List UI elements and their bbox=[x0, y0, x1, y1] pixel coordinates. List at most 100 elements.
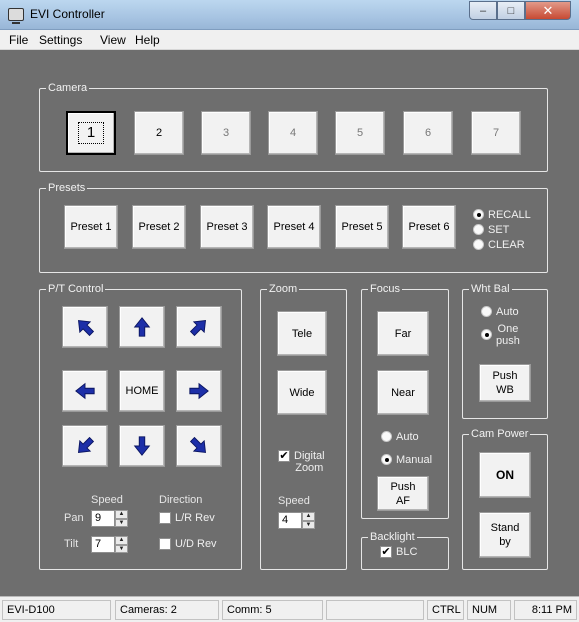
status-comm: Comm: 5 bbox=[222, 600, 323, 620]
menu-settings[interactable]: Settings bbox=[39, 33, 82, 47]
checkbox-icon bbox=[159, 538, 171, 550]
radio-icon bbox=[473, 239, 484, 250]
power-on-button[interactable]: ON bbox=[479, 452, 531, 498]
arrow-up-icon bbox=[133, 317, 151, 337]
preset-4-button[interactable]: Preset 4 bbox=[267, 205, 321, 249]
radio-selected-icon bbox=[481, 329, 492, 340]
arrow-down-icon bbox=[133, 436, 151, 456]
preset-mode-clear[interactable]: CLEAR bbox=[473, 239, 525, 251]
pan-down-right-button[interactable] bbox=[176, 425, 222, 467]
preset-5-button[interactable]: Preset 5 bbox=[335, 205, 389, 249]
focus-near-button[interactable]: Near bbox=[377, 370, 429, 415]
minimize-button[interactable]: ‒ bbox=[469, 1, 497, 20]
camera-6-button[interactable]: 6 bbox=[403, 111, 453, 155]
preset-mode-recall[interactable]: RECALL bbox=[473, 209, 531, 221]
radio-icon bbox=[481, 306, 492, 317]
preset-6-button[interactable]: Preset 6 bbox=[402, 205, 456, 249]
arrow-down-right-icon bbox=[189, 436, 207, 454]
menu-file[interactable]: File bbox=[9, 33, 28, 47]
pan-speed-stepper[interactable]: 9 ▲ ▼ bbox=[91, 510, 128, 527]
preset-3-button[interactable]: Preset 3 bbox=[200, 205, 254, 249]
menu-view[interactable]: View bbox=[100, 33, 126, 47]
pan-down-left-button[interactable] bbox=[62, 425, 108, 467]
zoom-wide-button[interactable]: Wide bbox=[277, 370, 327, 415]
arrow-right-icon bbox=[189, 382, 209, 400]
standby-button[interactable]: Stand by bbox=[479, 512, 531, 558]
home-button[interactable]: HOME bbox=[119, 370, 165, 412]
arrow-up-right-icon bbox=[189, 319, 207, 337]
pan-left-button[interactable] bbox=[62, 370, 108, 412]
tilt-up-button[interactable] bbox=[119, 306, 165, 348]
radio-icon bbox=[381, 431, 392, 442]
app-monitor-icon bbox=[8, 8, 24, 24]
wb-auto-radio[interactable]: Auto bbox=[481, 306, 519, 318]
stepper-down-icon[interactable]: ▼ bbox=[302, 520, 315, 529]
stepper-down-icon[interactable]: ▼ bbox=[115, 544, 128, 553]
minimize-icon: ‒ bbox=[479, 4, 487, 17]
pan-up-right-button[interactable] bbox=[176, 306, 222, 348]
radio-selected-icon bbox=[473, 209, 484, 220]
push-af-button[interactable]: Push AF bbox=[377, 476, 429, 511]
camera-2-button[interactable]: 2 bbox=[134, 111, 184, 155]
stepper-up-icon[interactable]: ▲ bbox=[115, 510, 128, 519]
status-blank bbox=[326, 600, 424, 620]
wb-one-push-radio[interactable]: One push bbox=[481, 323, 520, 347]
presets-group-label: Presets bbox=[46, 181, 88, 195]
camera-4-button[interactable]: 4 bbox=[268, 111, 318, 155]
status-bar: EVI-D100 Cameras: 2 Comm: 5 CTRL NUM 8:1… bbox=[0, 596, 579, 622]
pt-direction-label: Direction bbox=[159, 494, 203, 506]
pan-up-left-button[interactable] bbox=[62, 306, 108, 348]
pan-speed-value[interactable]: 9 bbox=[91, 510, 115, 527]
zoom-speed-label: Speed bbox=[278, 495, 310, 507]
digital-zoom-checkbox[interactable]: ✔ Digital Zoom bbox=[278, 450, 325, 474]
cam-power-group-label: Cam Power bbox=[469, 427, 531, 441]
camera-3-button[interactable]: 3 bbox=[201, 111, 251, 155]
stepper-up-icon[interactable]: ▲ bbox=[115, 536, 128, 545]
zoom-speed-stepper[interactable]: 4 ▲ ▼ bbox=[278, 512, 315, 529]
preset-mode-set[interactable]: SET bbox=[473, 224, 509, 236]
push-wb-button[interactable]: Push WB bbox=[479, 364, 531, 402]
title-bar[interactable]: EVI Controller ‒ □ ✕ bbox=[0, 0, 579, 30]
preset-1-button[interactable]: Preset 1 bbox=[64, 205, 118, 249]
preset-2-button[interactable]: Preset 2 bbox=[132, 205, 186, 249]
tilt-label: Tilt bbox=[64, 538, 79, 550]
tilt-speed-value[interactable]: 7 bbox=[91, 536, 115, 553]
white-balance-group-label: Wht Bal bbox=[469, 282, 512, 296]
stepper-down-icon[interactable]: ▼ bbox=[115, 518, 128, 527]
backlight-group-label: Backlight bbox=[368, 530, 417, 544]
status-num: NUM bbox=[467, 600, 511, 620]
status-model: EVI-D100 bbox=[2, 600, 111, 620]
arrow-left-icon bbox=[75, 382, 95, 400]
zoom-speed-value[interactable]: 4 bbox=[278, 512, 302, 529]
status-time: 8:11 PM bbox=[514, 600, 577, 620]
ud-rev-checkbox[interactable]: U/D Rev bbox=[159, 538, 217, 550]
menu-bar: File Settings View Help bbox=[0, 30, 579, 50]
close-icon: ✕ bbox=[542, 2, 554, 18]
checkbox-checked-icon: ✔ bbox=[380, 546, 392, 558]
checkbox-checked-icon: ✔ bbox=[278, 450, 290, 462]
pan-label: Pan bbox=[64, 512, 84, 524]
camera-7-button[interactable]: 7 bbox=[471, 111, 521, 155]
tilt-down-button[interactable] bbox=[119, 425, 165, 467]
focus-auto-radio[interactable]: Auto bbox=[381, 431, 419, 443]
tilt-speed-stepper[interactable]: 7 ▲ ▼ bbox=[91, 536, 128, 553]
zoom-tele-button[interactable]: Tele bbox=[277, 311, 327, 356]
pan-right-button[interactable] bbox=[176, 370, 222, 412]
menu-help[interactable]: Help bbox=[135, 33, 160, 47]
radio-icon bbox=[473, 224, 484, 235]
maximize-button[interactable]: □ bbox=[497, 1, 525, 20]
lr-rev-checkbox[interactable]: L/R Rev bbox=[159, 512, 215, 524]
close-button[interactable]: ✕ bbox=[525, 1, 571, 20]
blc-checkbox[interactable]: ✔ BLC bbox=[380, 546, 417, 558]
focus-far-button[interactable]: Far bbox=[377, 311, 429, 356]
stepper-up-icon[interactable]: ▲ bbox=[302, 512, 315, 521]
camera-1-button[interactable]: 1 bbox=[66, 111, 116, 155]
window-title: EVI Controller bbox=[30, 7, 105, 21]
arrow-down-left-icon bbox=[77, 436, 95, 454]
focus-manual-radio[interactable]: Manual bbox=[381, 454, 432, 466]
camera-5-button[interactable]: 5 bbox=[335, 111, 385, 155]
status-cameras: Cameras: 2 bbox=[115, 600, 219, 620]
focus-group-label: Focus bbox=[368, 282, 402, 296]
arrow-up-left-icon bbox=[77, 319, 95, 337]
maximize-icon: □ bbox=[507, 4, 515, 17]
